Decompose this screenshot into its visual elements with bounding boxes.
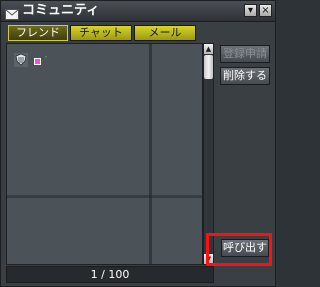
character-avatar-icon [13,52,29,68]
friend-name: ﾞ [45,56,49,64]
scroll-up-icon[interactable]: ▲ [204,44,213,54]
friend-list[interactable]: ﾞ [6,43,203,265]
tab-mail[interactable]: メール [134,25,196,41]
call-button[interactable]: 呼び出す [221,239,269,257]
scroll-thumb[interactable] [204,55,213,79]
tab-friends[interactable]: フレンド [8,25,68,41]
pagination-bar: 1 / 100 [6,266,214,283]
friend-request-button[interactable]: 登録申請 [220,45,270,63]
community-window: コミュニティ ▾ × フレンド チャット メール ﾞ ▲ ▼ 登録申請 削除する… [0,0,276,287]
close-button[interactable]: × [259,4,272,17]
minimize-button[interactable]: ▾ [244,4,257,17]
tab-chat[interactable]: チャット [70,25,132,41]
mail-envelope-icon [5,5,19,20]
list-scrollbar[interactable]: ▲ ▼ [203,43,214,265]
online-status-icon [34,58,41,65]
title-bar[interactable]: コミュニティ ▾ × [1,1,275,22]
page-indicator: 1 / 100 [90,268,130,281]
window-title: コミュニティ [22,3,100,18]
delete-button[interactable]: 削除する [220,67,270,85]
